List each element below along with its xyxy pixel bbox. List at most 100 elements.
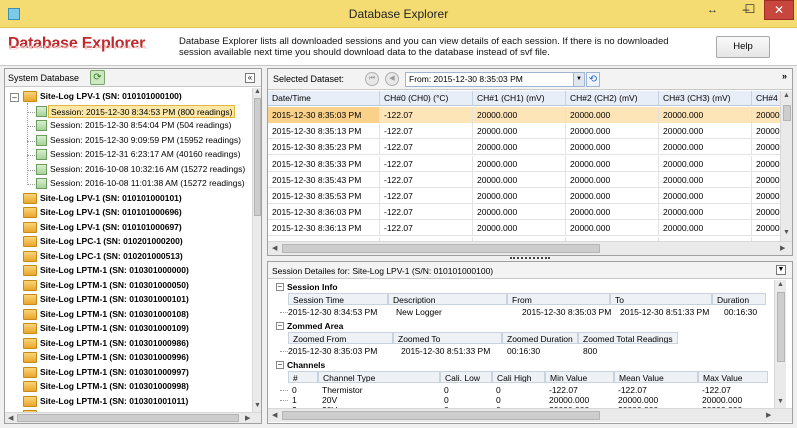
dataset-dropdown[interactable]: From: 2015-12-30 8:35:03 PM ▼ bbox=[405, 72, 585, 87]
session-details-title: Session Detailes for: Site-Log LPV-1 (S/… bbox=[272, 266, 494, 276]
folder-icon bbox=[23, 337, 37, 349]
table-cell: 2015-12-30 8:35:03 PM bbox=[268, 107, 380, 123]
collapse-panel-icon[interactable]: « bbox=[245, 73, 255, 83]
details-scroll-down-icon[interactable]: ▼ bbox=[777, 398, 784, 405]
grid-column-header[interactable]: CH#0 (CH0) (°C) bbox=[380, 91, 473, 106]
tree-node-logger[interactable]: Site-Log LPTM-1 (SN: 010301000108) bbox=[40, 307, 189, 321]
details-scroll-up-icon[interactable]: ▲ bbox=[777, 281, 784, 288]
table-row[interactable]: 2015-12-30 8:35:23 PM -122.07 20000.000 200… bbox=[268, 139, 780, 156]
grid-vertical-scrollbar[interactable]: ▲ ▼ bbox=[780, 91, 792, 241]
table-row[interactable]: 2015-12-30 8:35:03 PM -122.07 20000.000 200… bbox=[268, 107, 780, 123]
grid-column-header[interactable]: CH#3 (CH3) (mV) bbox=[659, 91, 752, 106]
reload-dataset-icon[interactable]: ⟲ bbox=[586, 72, 600, 87]
first-dataset-button[interactable]: ⏮ bbox=[365, 72, 379, 86]
scroll-up-arrow-icon[interactable]: ▲ bbox=[254, 88, 261, 95]
tree-node-logger[interactable]: Site-Log LPTM-1 (SN: 010301001011) bbox=[40, 394, 188, 408]
details-hscroll-thumb[interactable] bbox=[282, 411, 600, 420]
collapse-details-icon[interactable]: ▼ bbox=[776, 265, 786, 275]
tree-node-session[interactable]: Session: 2015-12-31 6:23:17 AM (40160 re… bbox=[48, 148, 242, 161]
scroll-down-arrow-icon[interactable]: ▼ bbox=[254, 402, 261, 409]
tree-node-session[interactable]: Session: 2016-10-08 11:01:38 AM (15272 r… bbox=[48, 177, 247, 190]
tree-node-logger[interactable]: Site-Log LPC-1 (SN: 010201000200) bbox=[40, 234, 183, 248]
tree-node-logger[interactable]: Site-Log LPV-1 (SN: 010101000696) bbox=[40, 205, 182, 219]
folder-icon bbox=[23, 236, 37, 247]
collapse-node-icon[interactable]: – bbox=[10, 93, 19, 102]
grid-scroll-down-icon[interactable]: ▼ bbox=[783, 229, 790, 236]
help-button[interactable]: Help bbox=[716, 36, 770, 58]
restore-size-icon[interactable]: ↔ bbox=[707, 4, 718, 16]
table-cell: 20000.( bbox=[752, 107, 780, 123]
table-row[interactable]: 2015-12-30 8:35:53 PM -122.07 20000.000 200… bbox=[268, 188, 780, 204]
session-icon bbox=[36, 178, 47, 189]
zoomed-area-value: 2015-12-30 8:51:33 PM bbox=[401, 346, 491, 356]
tree-node-logger[interactable]: Site-Log LPV-1 (SN: 010101000697) bbox=[40, 220, 182, 234]
tree-node-logger[interactable]: Site-Log LPC-1 (SN: 010201000513) bbox=[40, 249, 183, 263]
tree-node-session[interactable]: Session: 2015-12-30 8:34:53 PM (800 read… bbox=[48, 104, 236, 118]
tree-node-logger[interactable]: Site-Log LPTM-1 (SN: 010301000997) bbox=[40, 365, 189, 379]
tree-node-logger[interactable]: Site-Log LPV-1 (SN: 010101000101) bbox=[40, 191, 182, 205]
details-scroll-left-icon[interactable]: ◀ bbox=[272, 411, 277, 419]
tree-node-session[interactable]: Session: 2015-12-30 8:54:04 PM (504 read… bbox=[48, 119, 233, 132]
tree-node-logger[interactable]: Site-Log LPTM-1 (SN: 010301000996) bbox=[40, 350, 189, 364]
table-row[interactable]: 2015-12-30 8:35:43 PM -122.07 20000.000 200… bbox=[268, 171, 780, 188]
scroll-right-arrow-icon[interactable]: ▶ bbox=[245, 414, 250, 422]
grid-column-header[interactable]: CH#4 bbox=[752, 91, 780, 106]
table-row[interactable]: 2015-12-30 8:35:33 PM -122.07 20000.000 200… bbox=[268, 155, 780, 172]
table-cell: -122.07 bbox=[380, 220, 473, 237]
tree-hscroll-thumb[interactable] bbox=[17, 414, 239, 422]
table-cell: -122.07 bbox=[380, 171, 473, 188]
details-vertical-scrollbar[interactable]: ▲ ▼ bbox=[774, 280, 786, 408]
table-cell: -122.07 bbox=[380, 107, 473, 123]
tree-node-logger[interactable]: Site-Log LPTM-1 (SN: 010301000986) bbox=[40, 336, 189, 350]
tree-vertical-scrollbar[interactable]: ▲ ▼ bbox=[252, 88, 261, 412]
tree-node-session[interactable]: Session: 2016-10-08 10:32:16 AM (15272 r… bbox=[48, 163, 247, 176]
tree-node-logger[interactable]: Site-Log LPTM-1 (SN: 010301000050) bbox=[40, 278, 189, 292]
table-row[interactable]: 2015-12-30 8:35:13 PM -122.07 20000.000 200… bbox=[268, 123, 780, 140]
tree-connector bbox=[27, 184, 35, 185]
grid-scroll-left-icon[interactable]: ◀ bbox=[272, 244, 277, 252]
table-cell: 20000.000 bbox=[473, 123, 566, 140]
scroll-left-arrow-icon[interactable]: ◀ bbox=[8, 414, 13, 422]
table-cell: -122.07 bbox=[380, 188, 473, 204]
details-horizontal-scrollbar[interactable]: ◀ ▶ bbox=[268, 408, 792, 422]
tree-connector bbox=[27, 155, 35, 156]
grid-column-header[interactable]: CH#2 (CH2) (mV) bbox=[566, 91, 659, 106]
column-header: Min Value bbox=[545, 371, 614, 383]
table-cell: 2015-12-30 8:35:53 PM bbox=[268, 188, 380, 204]
tree-node-logger[interactable]: Site-Log LPTM-1 (SN: 010301000101) bbox=[40, 292, 189, 306]
splitter-grip-icon[interactable] bbox=[510, 257, 550, 259]
table-cell: 2015-12-30 8:36:13 PM bbox=[268, 220, 380, 237]
grid-scroll-thumb[interactable] bbox=[783, 105, 791, 121]
tree-horizontal-scrollbar[interactable]: ◀ ▶ bbox=[5, 412, 261, 423]
grid-scroll-up-icon[interactable]: ▲ bbox=[783, 92, 790, 99]
table-cell: 20000.( bbox=[752, 188, 780, 204]
chevron-down-icon[interactable]: ▼ bbox=[573, 73, 584, 86]
grid-column-header[interactable]: CH#1 (CH1) (mV) bbox=[473, 91, 566, 106]
grid-column-header[interactable]: Date/Time bbox=[268, 91, 380, 106]
close-button[interactable]: ✕ bbox=[764, 0, 794, 20]
tree-node-logger[interactable]: Site-Log LPTM-1 (SN: 010301000000) bbox=[40, 263, 189, 277]
tree-scroll-thumb[interactable] bbox=[254, 98, 261, 216]
collapse-section-icon[interactable]: – bbox=[276, 322, 284, 330]
maximize-button[interactable]: ☐ bbox=[740, 0, 760, 20]
table-row[interactable]: 2015-12-30 8:36:13 PM -122.07 20000.000 200… bbox=[268, 220, 780, 237]
details-scroll-thumb[interactable] bbox=[777, 292, 785, 362]
overflow-menu-icon[interactable]: » bbox=[782, 71, 787, 81]
grid-hscroll-thumb[interactable] bbox=[282, 244, 600, 253]
tree-node-session[interactable]: Session: 2015-12-30 9:09:59 PM (15952 re… bbox=[48, 134, 243, 147]
grid-horizontal-scrollbar[interactable]: ◀ ▶ bbox=[268, 241, 792, 255]
grid-scroll-right-icon[interactable]: ▶ bbox=[780, 244, 785, 252]
collapse-section-icon[interactable]: – bbox=[276, 361, 284, 369]
table-cell: 20000.000 bbox=[659, 204, 752, 221]
tree-node-logger[interactable]: Site-Log LPV-1 (SN: 010101000100) bbox=[40, 89, 182, 103]
collapse-section-icon[interactable]: – bbox=[276, 283, 284, 291]
tree-node-logger[interactable]: Site-Log LPTM-1 (SN: 010301000998) bbox=[40, 379, 189, 393]
column-header: Mean Value bbox=[614, 371, 698, 383]
table-row[interactable]: 2015-12-30 8:36:03 PM -122.07 20000.000 200… bbox=[268, 204, 780, 221]
refresh-icon[interactable]: ⟳ bbox=[90, 70, 105, 85]
section-title: Session Info bbox=[287, 282, 338, 292]
details-scroll-right-icon[interactable]: ▶ bbox=[766, 411, 771, 419]
previous-dataset-button[interactable]: ◀ bbox=[385, 72, 399, 86]
section-title: Channels bbox=[287, 360, 326, 370]
tree-node-logger[interactable]: Site-Log LPTM-1 (SN: 010301000109) bbox=[40, 321, 189, 335]
